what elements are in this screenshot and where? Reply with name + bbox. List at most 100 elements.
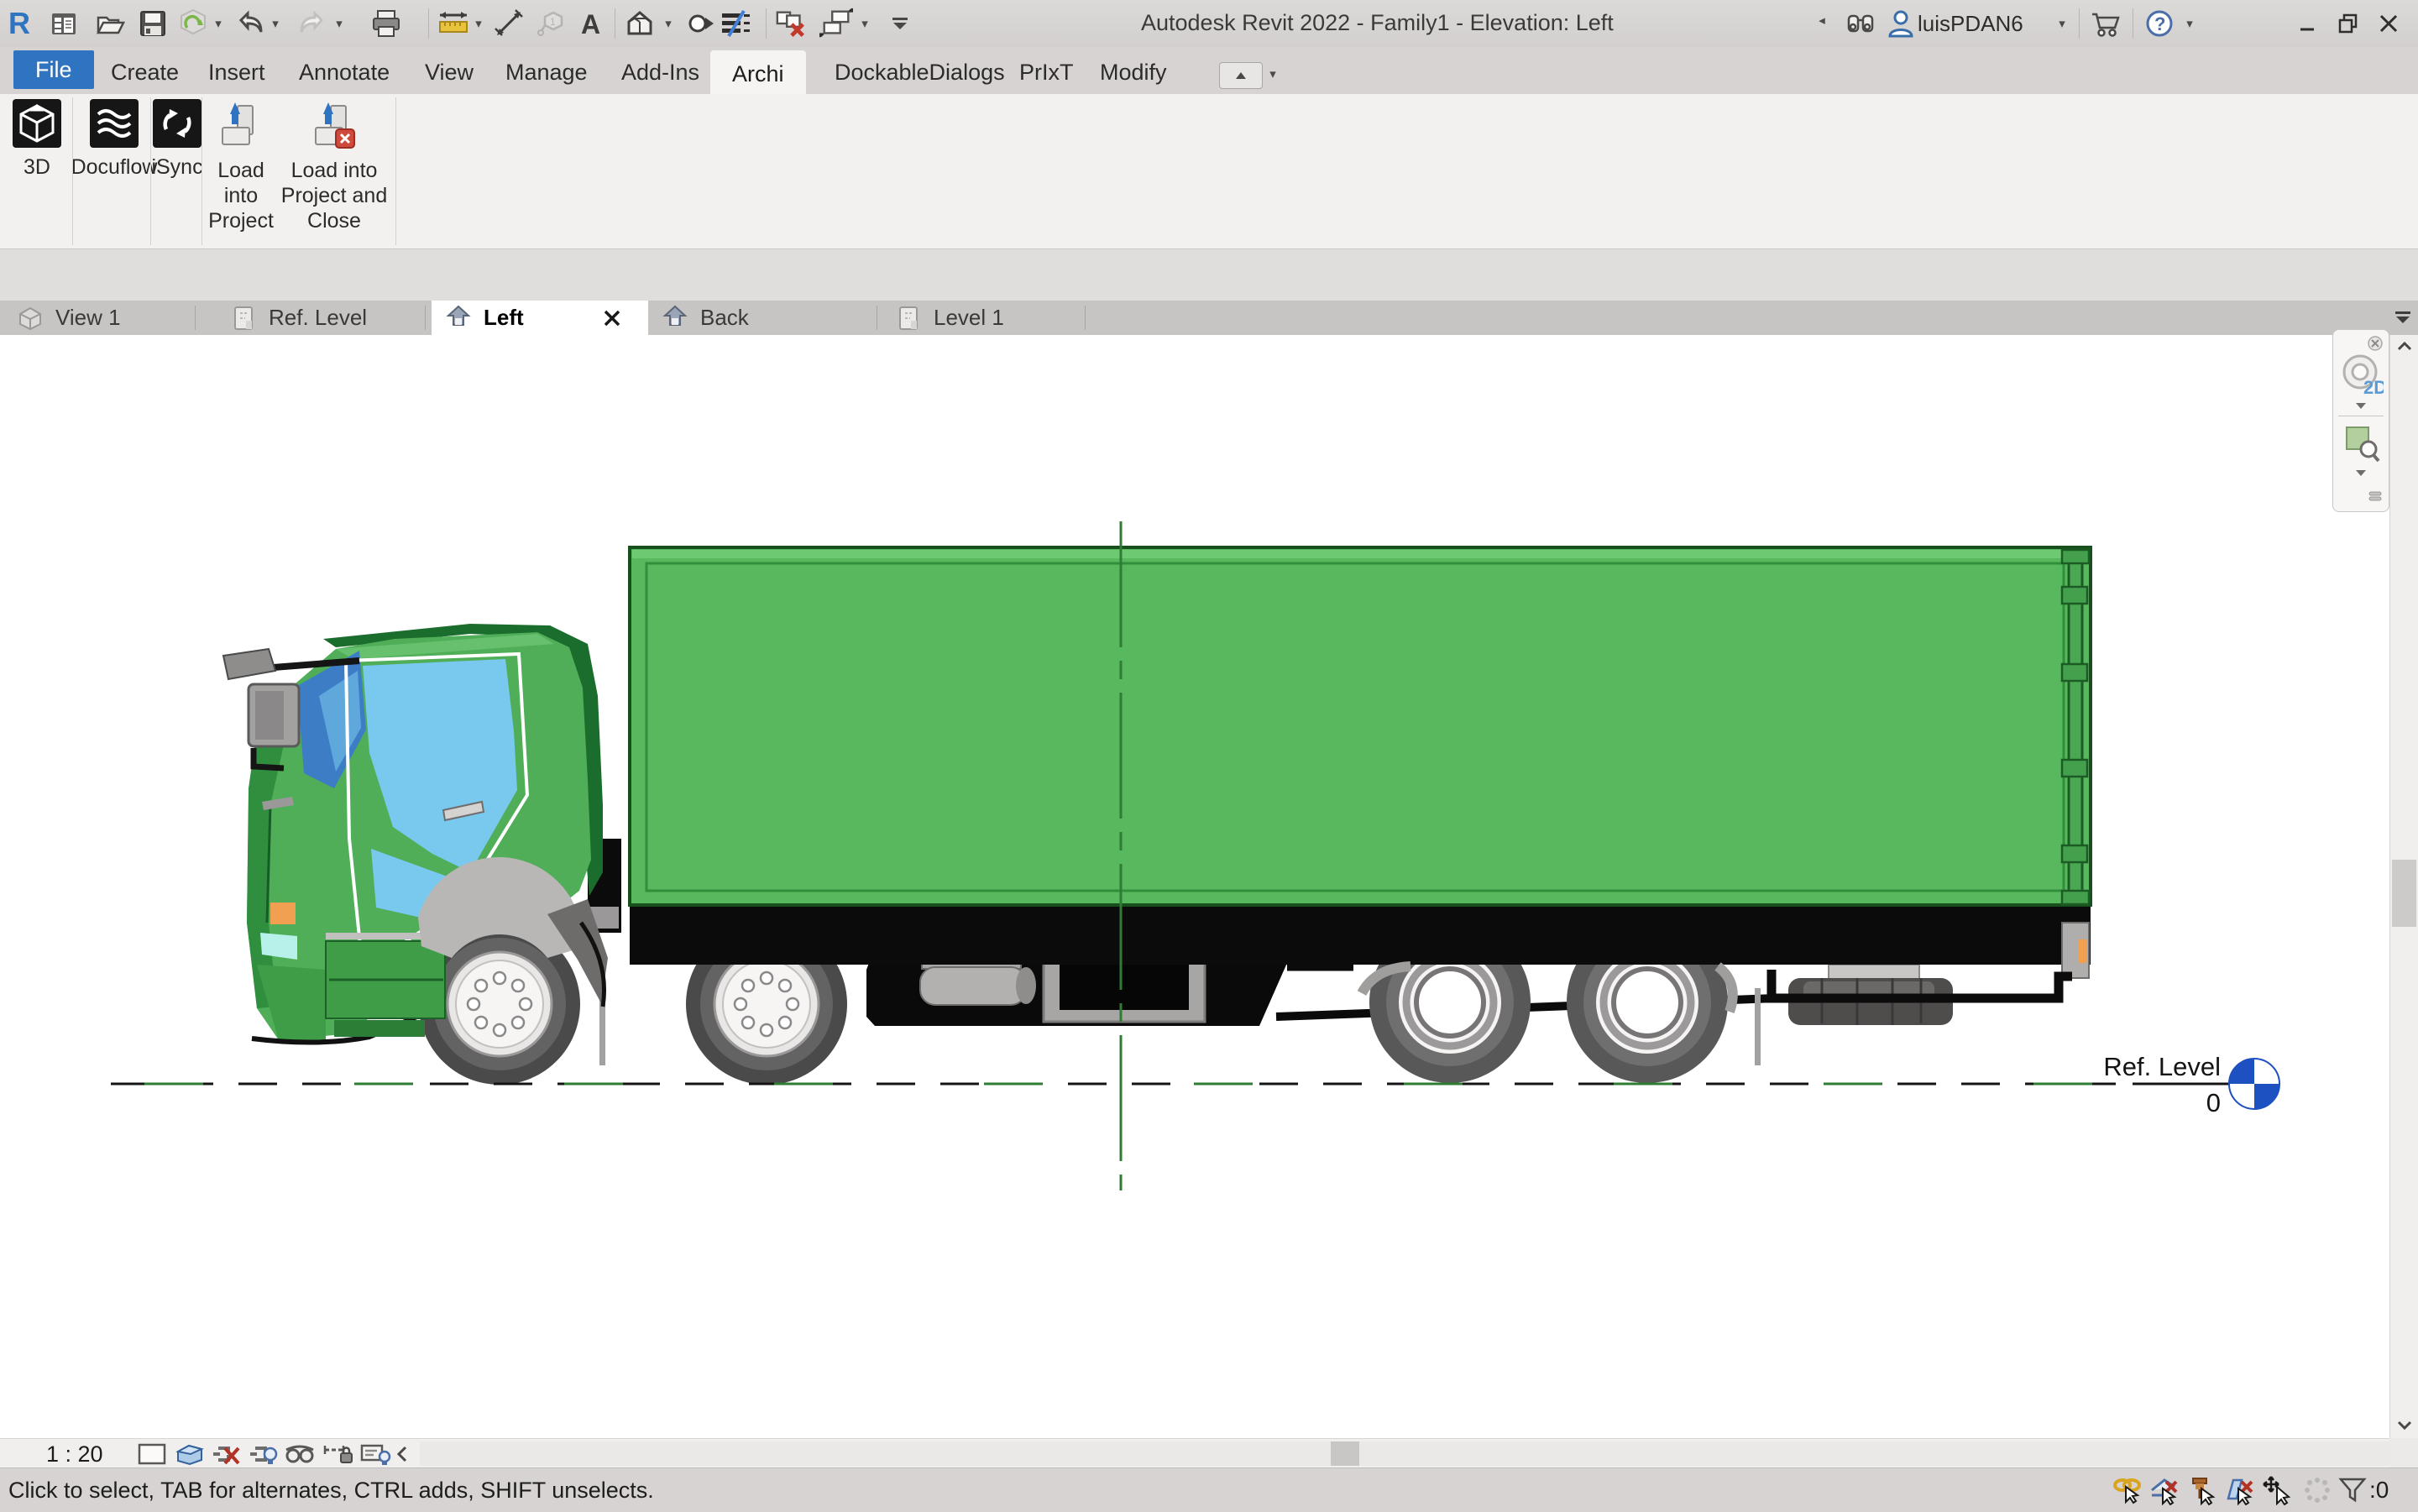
docuflow-button[interactable]: Docuflow xyxy=(82,99,146,180)
close-button[interactable] xyxy=(2369,5,2408,42)
progress-ring-icon xyxy=(2302,1475,2332,1505)
select-underlay-elements-icon[interactable] xyxy=(2149,1475,2180,1505)
level-name[interactable]: Ref. Level xyxy=(2103,1052,2221,1081)
status-bar: Click to select, TAB for alternates, CTR… xyxy=(0,1468,2418,1512)
undo-icon[interactable] xyxy=(233,7,267,40)
select-links-icon[interactable] xyxy=(2112,1475,2143,1505)
reveal-constraints-icon[interactable] xyxy=(321,1441,356,1467)
scroll-down-icon[interactable] xyxy=(2396,1420,2413,1431)
user-name[interactable]: luisPDAN6 xyxy=(1918,11,2023,37)
tag-by-category-icon[interactable]: 1 xyxy=(536,7,569,40)
tab-add-ins[interactable]: Add-Ins xyxy=(599,50,721,94)
switch-windows-dropdown-icon[interactable]: ▾ xyxy=(858,17,871,30)
aligned-dimension-icon[interactable] xyxy=(492,7,526,40)
sync-dropdown-icon[interactable]: ▾ xyxy=(212,17,225,30)
thin-lines-icon[interactable] xyxy=(719,7,752,40)
importer-3d-button[interactable]: 3D xyxy=(10,99,64,180)
level-elevation[interactable]: 0 xyxy=(2206,1088,2221,1117)
customize-qat-icon[interactable] xyxy=(883,7,917,40)
steering-wheel-2d-icon[interactable]: 2D xyxy=(2340,352,2384,397)
navbar-close-icon[interactable] xyxy=(2367,335,2384,352)
zoom-dropdown-icon[interactable] xyxy=(2353,468,2368,478)
horizontal-scrollbar[interactable] xyxy=(420,1441,2389,1466)
load-into-project-icon xyxy=(217,99,264,151)
load-into-project-and-close-button[interactable]: Load intoProject and Close xyxy=(277,99,391,233)
collapse-view-control-icon[interactable] xyxy=(391,1441,413,1467)
load-into-project-button[interactable]: Load intoProject xyxy=(208,99,274,233)
navbar-options-icon[interactable] xyxy=(2367,488,2384,505)
help-dropdown-icon[interactable]: ▾ xyxy=(2183,17,2196,30)
revit-logo-icon[interactable]: R xyxy=(5,7,39,40)
close-hidden-windows-icon[interactable] xyxy=(774,7,808,40)
switch-windows-icon[interactable] xyxy=(819,7,853,40)
drawing-area[interactable]: Ref. Level 0 xyxy=(0,335,2389,1438)
scroll-up-icon[interactable] xyxy=(2396,340,2413,352)
store-cart-icon[interactable] xyxy=(2089,7,2122,40)
tab-insert[interactable]: Insert xyxy=(186,50,287,94)
horizontal-scroll-thumb[interactable] xyxy=(1331,1441,1359,1466)
restore-button[interactable] xyxy=(2329,5,2368,42)
sync-with-central-icon[interactable] xyxy=(176,7,210,40)
filter-count[interactable]: :0 xyxy=(2369,1477,2389,1504)
default-3d-dropdown-icon[interactable]: ▾ xyxy=(662,17,675,30)
level-annotation[interactable]: Ref. Level 0 xyxy=(2103,1052,2279,1117)
detail-level-icon[interactable] xyxy=(134,1441,170,1467)
collapse-search-icon[interactable]: ◂ xyxy=(1815,13,1829,27)
ribbon-display-toggle[interactable] xyxy=(1219,62,1263,89)
filter-icon[interactable] xyxy=(2337,1475,2368,1505)
crop-view-icon[interactable] xyxy=(208,1441,243,1467)
tab-modify[interactable]: Modify xyxy=(1078,50,1189,94)
view-tab-left[interactable]: Left xyxy=(432,301,648,335)
default-3d-view-icon[interactable] xyxy=(623,7,657,40)
drag-elements-on-selection-icon[interactable] xyxy=(2262,1475,2292,1505)
select-elements-by-face-icon[interactable] xyxy=(2225,1475,2255,1505)
tab-archi[interactable]: Archi xyxy=(710,50,806,97)
redo-icon[interactable] xyxy=(296,7,329,40)
text-icon[interactable]: A xyxy=(574,7,608,40)
minimize-button[interactable] xyxy=(2289,5,2327,42)
tab-file[interactable]: File xyxy=(13,50,94,89)
save-icon[interactable] xyxy=(136,7,170,40)
print-icon[interactable] xyxy=(369,7,403,40)
3d-view-icon xyxy=(17,306,44,331)
close-view-icon[interactable] xyxy=(601,307,623,329)
show-crop-region-icon[interactable] xyxy=(245,1441,280,1467)
redo-dropdown-icon[interactable]: ▾ xyxy=(332,17,346,30)
view-tab-ref-level[interactable]: Ref. Level xyxy=(215,301,433,335)
tab-view[interactable]: View xyxy=(403,50,495,94)
vertical-scroll-thumb[interactable] xyxy=(2392,860,2416,927)
tab-create[interactable]: Create xyxy=(89,50,201,94)
view-tab-back[interactable]: Back xyxy=(648,301,846,335)
view-scale[interactable]: 1 : 20 xyxy=(46,1441,103,1468)
truck-chassis[interactable] xyxy=(630,902,2091,1012)
elevation-drawing[interactable]: Ref. Level 0 xyxy=(0,335,2389,1438)
truck-trailer-box[interactable] xyxy=(630,547,2091,905)
view-tab-list-dropdown-icon[interactable] xyxy=(2391,306,2415,329)
temporary-hide-isolate-icon[interactable] xyxy=(282,1441,317,1467)
help-icon[interactable]: ? xyxy=(2143,7,2176,40)
tab-manage[interactable]: Manage xyxy=(484,50,610,94)
open-file-icon[interactable] xyxy=(94,7,128,40)
search-binoculars-icon[interactable] xyxy=(1844,7,1877,40)
temporary-view-properties-icon[interactable] xyxy=(358,1441,393,1467)
undo-dropdown-icon[interactable]: ▾ xyxy=(269,17,282,30)
ribbon-display-dropdown-icon[interactable]: ▾ xyxy=(1266,67,1280,81)
tab-dockabledialogs[interactable]: DockableDialogs xyxy=(813,50,1027,94)
vertical-scrollbar[interactable] xyxy=(2389,335,2418,1438)
user-dropdown-icon[interactable]: ▾ xyxy=(2055,17,2069,30)
view-tab-level1[interactable]: Level 1 xyxy=(883,301,1090,335)
measure-icon[interactable] xyxy=(437,7,470,40)
user-avatar-icon[interactable] xyxy=(1884,7,1918,40)
load-into-project-close-icon xyxy=(311,99,358,151)
tab-annotate[interactable]: Annotate xyxy=(277,50,411,94)
wheel-dropdown-icon[interactable] xyxy=(2353,400,2368,411)
documents-icon[interactable] xyxy=(47,7,81,40)
view-tab-view1[interactable]: View 1 xyxy=(0,301,193,335)
section-icon[interactable] xyxy=(683,7,717,40)
isync-button[interactable]: iSync xyxy=(153,99,202,180)
measure-dropdown-icon[interactable]: ▾ xyxy=(472,17,485,30)
visual-style-icon[interactable] xyxy=(171,1441,207,1467)
panel-separator xyxy=(150,97,151,245)
zoom-icon[interactable] xyxy=(2343,424,2380,463)
select-pinned-elements-icon[interactable] xyxy=(2186,1475,2216,1505)
